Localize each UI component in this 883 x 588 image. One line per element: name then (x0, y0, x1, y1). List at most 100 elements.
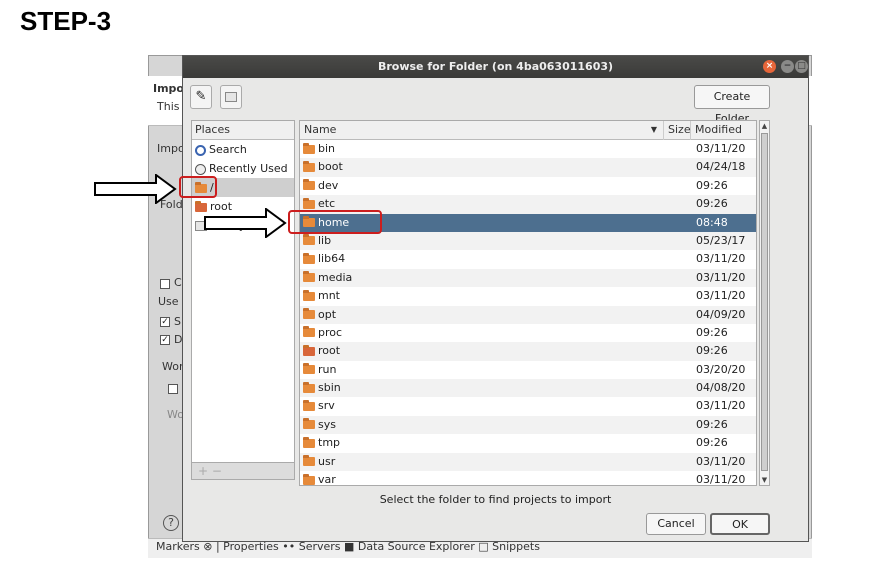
file-row-sys[interactable]: sys 09:26 (300, 415, 756, 435)
file-name: root (303, 342, 340, 360)
column-size[interactable]: Size (664, 121, 691, 140)
file-row-boot[interactable]: boot 04/24/18 (300, 158, 756, 177)
path-bar-button[interactable] (220, 85, 242, 109)
places-add-remove[interactable]: + − (191, 462, 295, 480)
file-row-proc[interactable]: proc 09:26 (300, 324, 756, 342)
folder-icon (303, 234, 315, 246)
folder-icon (303, 418, 315, 430)
file-row-sbin[interactable]: sbin 04/08/20 (300, 379, 756, 398)
edit-location-button[interactable]: ✎ (190, 85, 212, 109)
sort-down-icon: ▼ (650, 125, 657, 134)
file-row-lib64[interactable]: lib64 03/11/20 (300, 250, 756, 268)
folder-icon (303, 197, 315, 209)
file-modified: 09:26 (696, 197, 728, 211)
folder-icon (303, 363, 315, 375)
file-row-usr[interactable]: usr 03/11/20 (300, 452, 756, 472)
column-modified[interactable]: Modified (691, 121, 756, 140)
file-name: var (303, 471, 336, 485)
clock-icon (195, 163, 206, 175)
folder-icon (303, 455, 315, 467)
bg-fragment: Impo (153, 82, 184, 95)
bg-fragment: C (174, 276, 182, 289)
file-list: Name ▼ Size Modified bin 03/11/20 boot 04/2… (299, 120, 757, 486)
file-modified: 04/09/20 (696, 307, 746, 321)
folder-icon (303, 436, 315, 448)
file-name: proc (303, 324, 342, 342)
minimize-icon[interactable]: − (781, 60, 794, 73)
place-search[interactable]: Search (192, 140, 294, 159)
folder-icon (303, 308, 315, 320)
file-name: usr (303, 453, 335, 471)
bg-checkbox (168, 384, 178, 394)
folder-icon (303, 142, 315, 154)
file-row-root[interactable]: root 09:26 (300, 342, 756, 361)
ok-button[interactable]: OK (710, 513, 770, 535)
create-folder-button[interactable]: Create Folder (694, 85, 770, 125)
file-modified: 09:26 (696, 417, 728, 431)
arrow-to-root-place (94, 174, 177, 204)
folder-icon (303, 381, 315, 393)
close-icon[interactable]: × (763, 60, 776, 73)
browse-folder-dialog: Browse for Folder (on 4ba063011603) × − … (182, 55, 809, 542)
file-row-lib[interactable]: lib 05/23/17 (300, 231, 756, 251)
file-name: tmp (303, 434, 340, 452)
file-modified: 04/08/20 (696, 381, 746, 395)
file-row-run[interactable]: run 03/20/20 (300, 361, 756, 379)
file-name: bin (303, 140, 335, 158)
folder-icon (303, 271, 315, 283)
highlight-home-row (288, 210, 382, 234)
bg-fragment: S (174, 315, 181, 328)
bg-checkbox: ✓ (160, 317, 170, 327)
help-icon: ? (163, 515, 179, 531)
file-name: dev (303, 177, 338, 195)
file-modified: 09:26 (696, 344, 728, 358)
status-text: Select the folder to find projects to im… (379, 493, 612, 506)
file-list-scrollbar[interactable]: ▲ ▼ (759, 120, 770, 486)
places-header: Places (192, 121, 294, 140)
scroll-up-icon[interactable]: ▲ (760, 121, 769, 131)
file-row-var[interactable]: var 03/11/20 (300, 471, 756, 485)
file-modified: 05/23/17 (696, 233, 746, 247)
column-name[interactable]: Name ▼ (300, 121, 664, 140)
file-name: run (303, 361, 336, 379)
scroll-down-icon[interactable]: ▼ (760, 475, 769, 485)
file-name: lib64 (303, 250, 345, 268)
file-row-bin[interactable]: bin 03/11/20 (300, 140, 756, 158)
file-modified: 03/11/20 (696, 142, 746, 155)
file-modified: 04/24/18 (696, 160, 746, 174)
file-row-dev[interactable]: dev 09:26 (300, 177, 756, 195)
file-row-media[interactable]: media 03/11/20 (300, 268, 756, 288)
file-rows: bin 03/11/20 boot 04/24/18 dev 09:26 etc 09:26 h… (300, 140, 756, 485)
file-modified: 09:26 (696, 178, 728, 192)
scrollbar-thumb[interactable] (761, 133, 768, 471)
home-folder-icon (303, 344, 315, 356)
dialog-titlebar: Browse for Folder (on 4ba063011603) × − … (183, 56, 808, 78)
folder-icon (303, 326, 315, 338)
pencil-icon: ✎ (195, 89, 207, 104)
cancel-button[interactable]: Cancel (646, 513, 706, 535)
places-panel: Places Search Recently Used / root File … (191, 120, 295, 480)
folder-icon (303, 289, 315, 301)
file-row-tmp[interactable]: tmp 09:26 (300, 434, 756, 452)
bg-checkbox: ✓ (160, 335, 170, 345)
file-name: srv (303, 397, 335, 415)
file-name: lib (303, 232, 331, 250)
file-name: opt (303, 306, 336, 324)
file-modified: 03/11/20 (696, 454, 746, 468)
file-row-opt[interactable]: opt 04/09/20 (300, 305, 756, 324)
file-row-srv[interactable]: srv 03/11/20 (300, 397, 756, 415)
file-modified: 09:26 (696, 325, 728, 339)
dialog-title: Browse for Folder (on 4ba063011603) (377, 60, 614, 73)
arrow-to-home-row (204, 208, 287, 238)
file-name: sbin (303, 379, 341, 397)
file-name: boot (303, 158, 343, 176)
bg-fragment: Use (158, 295, 179, 308)
folder-icon (303, 252, 315, 264)
highlight-root-place (179, 176, 217, 198)
file-row-mnt[interactable]: mnt 03/11/20 (300, 287, 756, 305)
maximize-icon[interactable]: □ (795, 60, 808, 73)
drive-icon (225, 91, 237, 102)
file-name: mnt (303, 287, 340, 305)
bg-fragment: Wor (162, 360, 184, 373)
file-modified: 03/11/20 (696, 270, 746, 284)
